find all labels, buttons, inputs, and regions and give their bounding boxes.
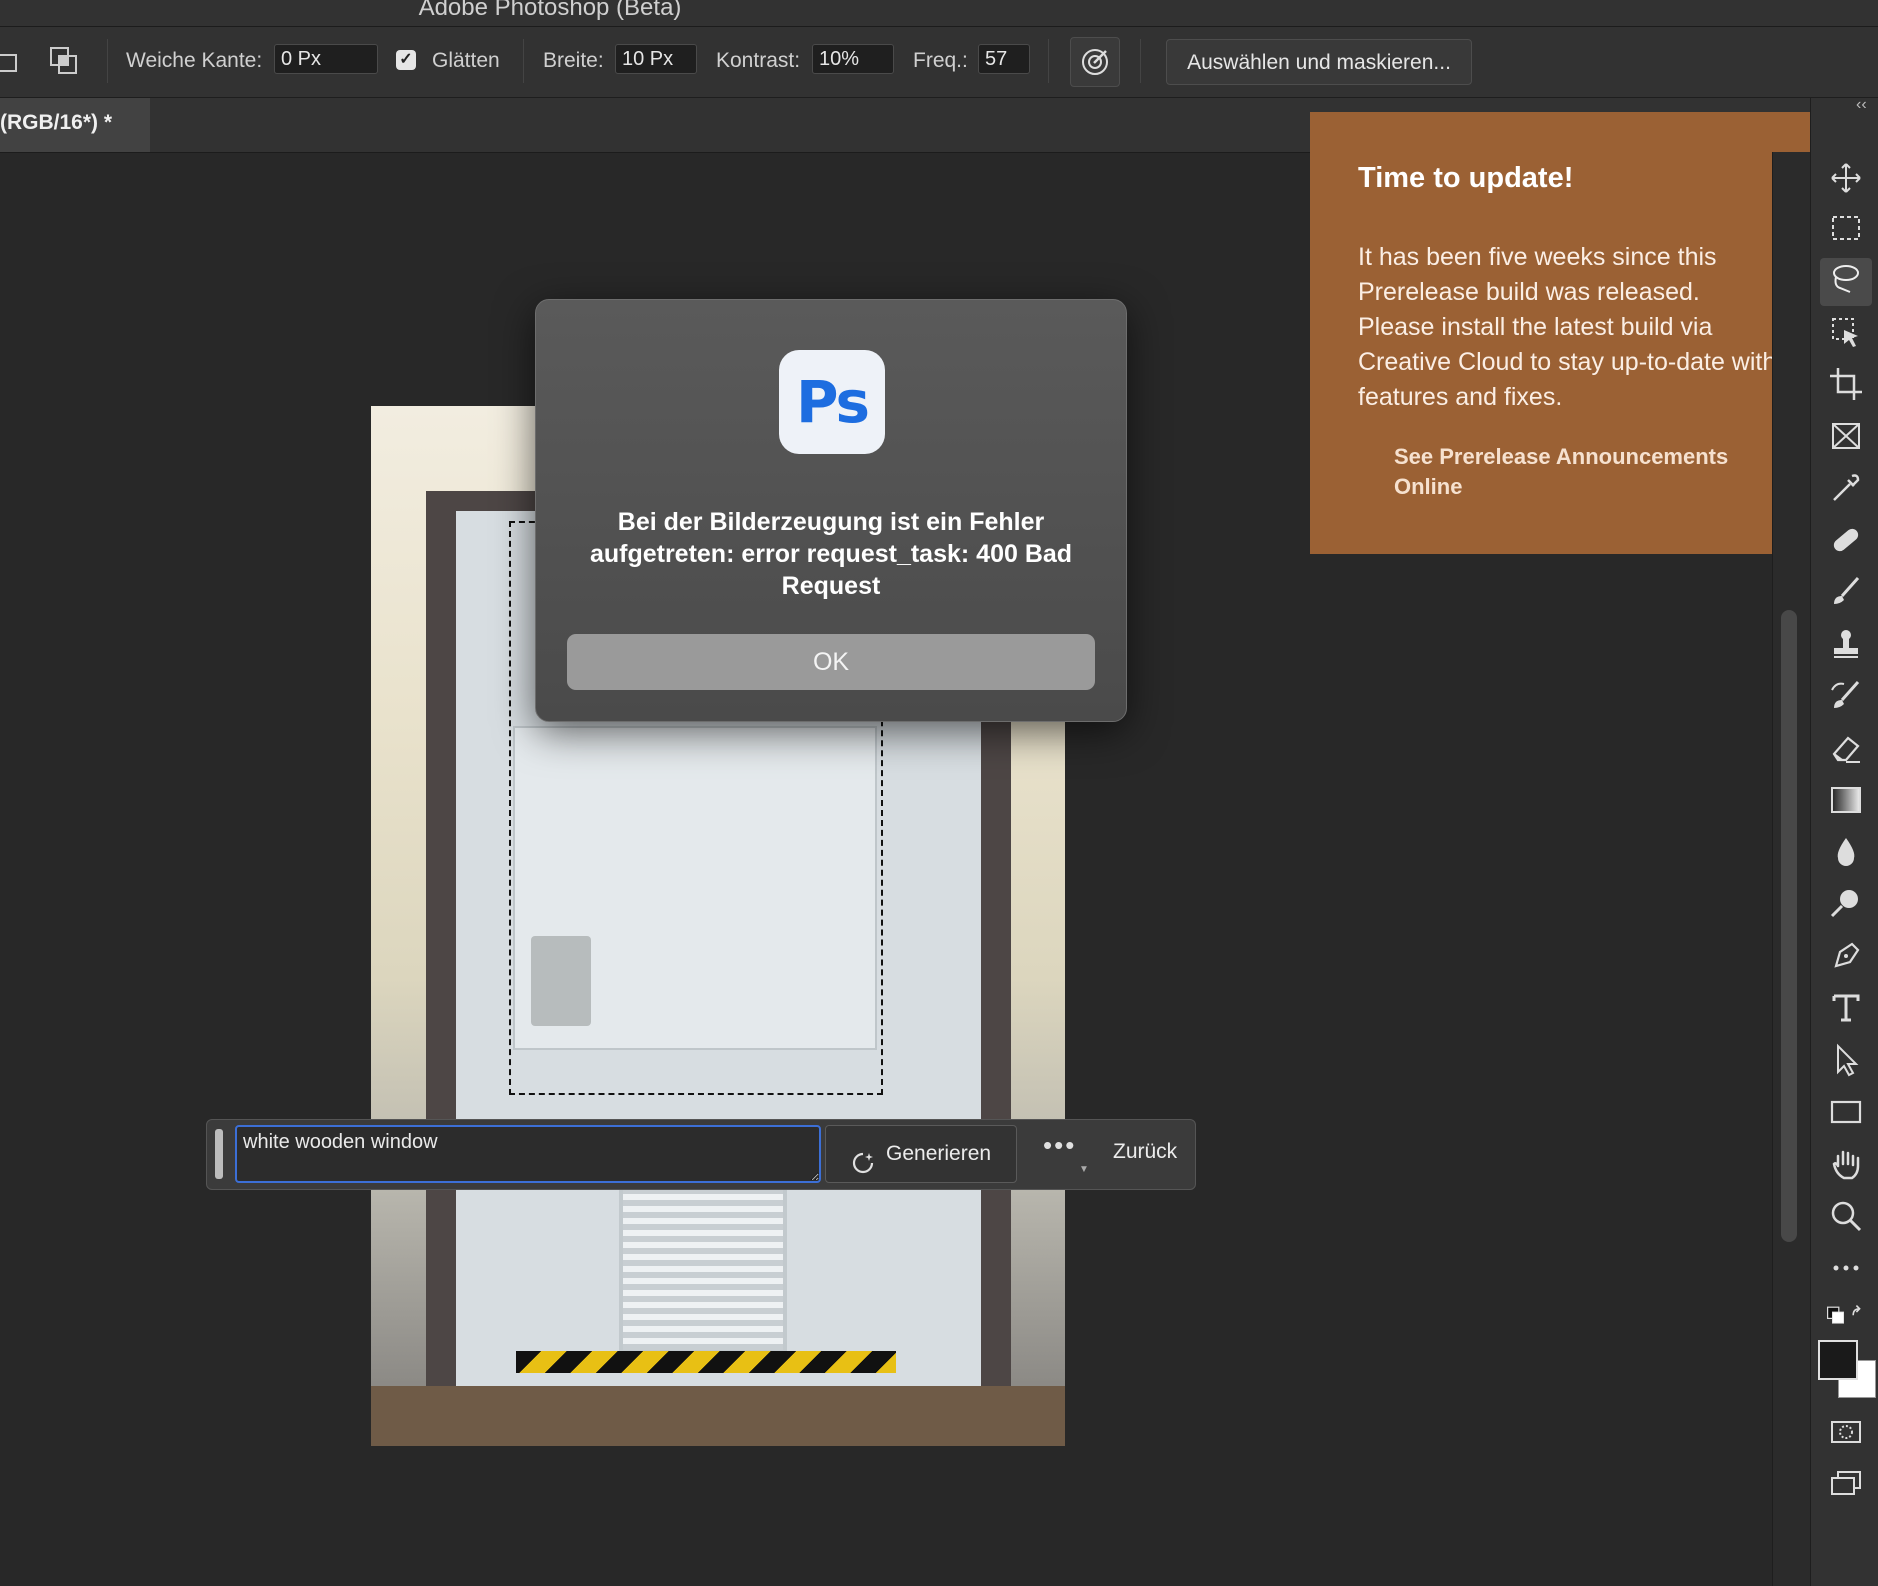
separator: [1140, 39, 1141, 83]
document-tab[interactable]: (RGB/16*) *: [0, 98, 150, 152]
width-label: Breite:: [543, 49, 604, 72]
screen-mode-icon[interactable]: [1826, 1464, 1866, 1504]
width-input[interactable]: [615, 44, 697, 74]
update-body: It has been five weeks since this Prerel…: [1358, 243, 1777, 411]
stylus-pressure-icon: [1080, 47, 1110, 82]
selection-mode-new-icon[interactable]: [0, 49, 24, 73]
options-bar: Weiche Kante: ✓ Glätten Breite: Kontrast…: [0, 27, 1878, 98]
move-icon[interactable]: [1826, 158, 1866, 198]
zoom-icon[interactable]: [1826, 1196, 1866, 1236]
window-title: Adobe Photoshop (Beta): [418, 0, 682, 21]
select-and-mask-button[interactable]: Auswählen und maskieren...: [1166, 39, 1472, 85]
separator: [523, 39, 524, 83]
frequency-input[interactable]: [978, 44, 1030, 74]
door-base: [371, 1386, 1065, 1446]
blur-icon[interactable]: [1826, 832, 1866, 872]
object-select-icon[interactable]: [1826, 312, 1866, 352]
chevron-down-icon: ▼: [1079, 1164, 1089, 1175]
generate-icon: [850, 1142, 876, 1174]
update-banner: Time to update! It has been five weeks s…: [1310, 112, 1822, 554]
contrast-input[interactable]: [812, 44, 894, 74]
more-options-icon[interactable]: •••: [1043, 1130, 1076, 1161]
generate-label: Generieren: [886, 1142, 992, 1165]
antialias-label: Glätten: [432, 49, 500, 72]
stamp-icon[interactable]: [1826, 624, 1866, 664]
antialias-checkbox[interactable]: ✓: [396, 50, 416, 70]
frequency-label: Freq.:: [913, 49, 968, 72]
error-message: Bei der Bilderzeugung ist ein Fehler auf…: [589, 508, 1073, 600]
collapse-panel-icon[interactable]: ‹‹: [1856, 96, 1867, 114]
path-select-icon[interactable]: [1826, 1040, 1866, 1080]
ok-button[interactable]: OK: [567, 634, 1095, 690]
separator: [1048, 39, 1049, 83]
title-bar: Adobe Photoshop (Beta): [0, 0, 1878, 27]
quick-mask-icon[interactable]: [1826, 1412, 1866, 1452]
contrast-label: Kontrast:: [716, 49, 801, 72]
pen-icon[interactable]: [1826, 936, 1866, 976]
selection-mode-intersect-icon[interactable]: [48, 45, 80, 77]
back-button[interactable]: Zurück: [1113, 1140, 1177, 1164]
drag-handle[interactable]: [215, 1129, 223, 1179]
separator: [107, 39, 108, 83]
marquee-icon[interactable]: [1826, 208, 1866, 248]
feather-input[interactable]: [274, 44, 378, 74]
eraser-icon[interactable]: [1826, 728, 1866, 768]
dodge-icon[interactable]: [1826, 884, 1866, 924]
prerelease-announcements-link[interactable]: See Prerelease Announcements Online: [1394, 442, 1774, 502]
brush-icon[interactable]: [1826, 572, 1866, 612]
default-colors-icon[interactable]: [1826, 1300, 1876, 1340]
hazard-stripes: [516, 1351, 896, 1373]
generative-fill-bar: white wooden window Generieren ••• ▼ Zur…: [206, 1119, 1196, 1190]
more-tools-icon[interactable]: [1826, 1248, 1866, 1288]
gradient-icon[interactable]: [1826, 780, 1866, 820]
stylus-pressure-button[interactable]: [1070, 37, 1120, 87]
type-icon[interactable]: [1826, 988, 1866, 1028]
hand-icon[interactable]: [1826, 1144, 1866, 1184]
scrollbar-thumb[interactable]: [1781, 610, 1797, 1242]
eyedropper-icon[interactable]: [1826, 468, 1866, 508]
foreground-color-swatch[interactable]: [1818, 1340, 1858, 1380]
feather-label: Weiche Kante:: [126, 49, 263, 72]
rectangle-icon[interactable]: [1826, 1092, 1866, 1132]
error-dialog: Ps Bei der Bilderzeugung ist ein Fehler …: [535, 299, 1127, 722]
history-brush-icon[interactable]: [1826, 676, 1866, 716]
lasso-icon[interactable]: [1820, 258, 1872, 306]
prompt-input[interactable]: white wooden window: [235, 1125, 821, 1183]
door-vent: [619, 1186, 787, 1354]
photoshop-app-icon: Ps: [779, 350, 885, 454]
frame-icon[interactable]: [1826, 416, 1866, 456]
healing-icon[interactable]: [1826, 520, 1866, 560]
generate-button[interactable]: Generieren: [825, 1125, 1017, 1183]
crop-icon[interactable]: [1826, 364, 1866, 404]
update-title: Time to update!: [1358, 162, 1574, 194]
